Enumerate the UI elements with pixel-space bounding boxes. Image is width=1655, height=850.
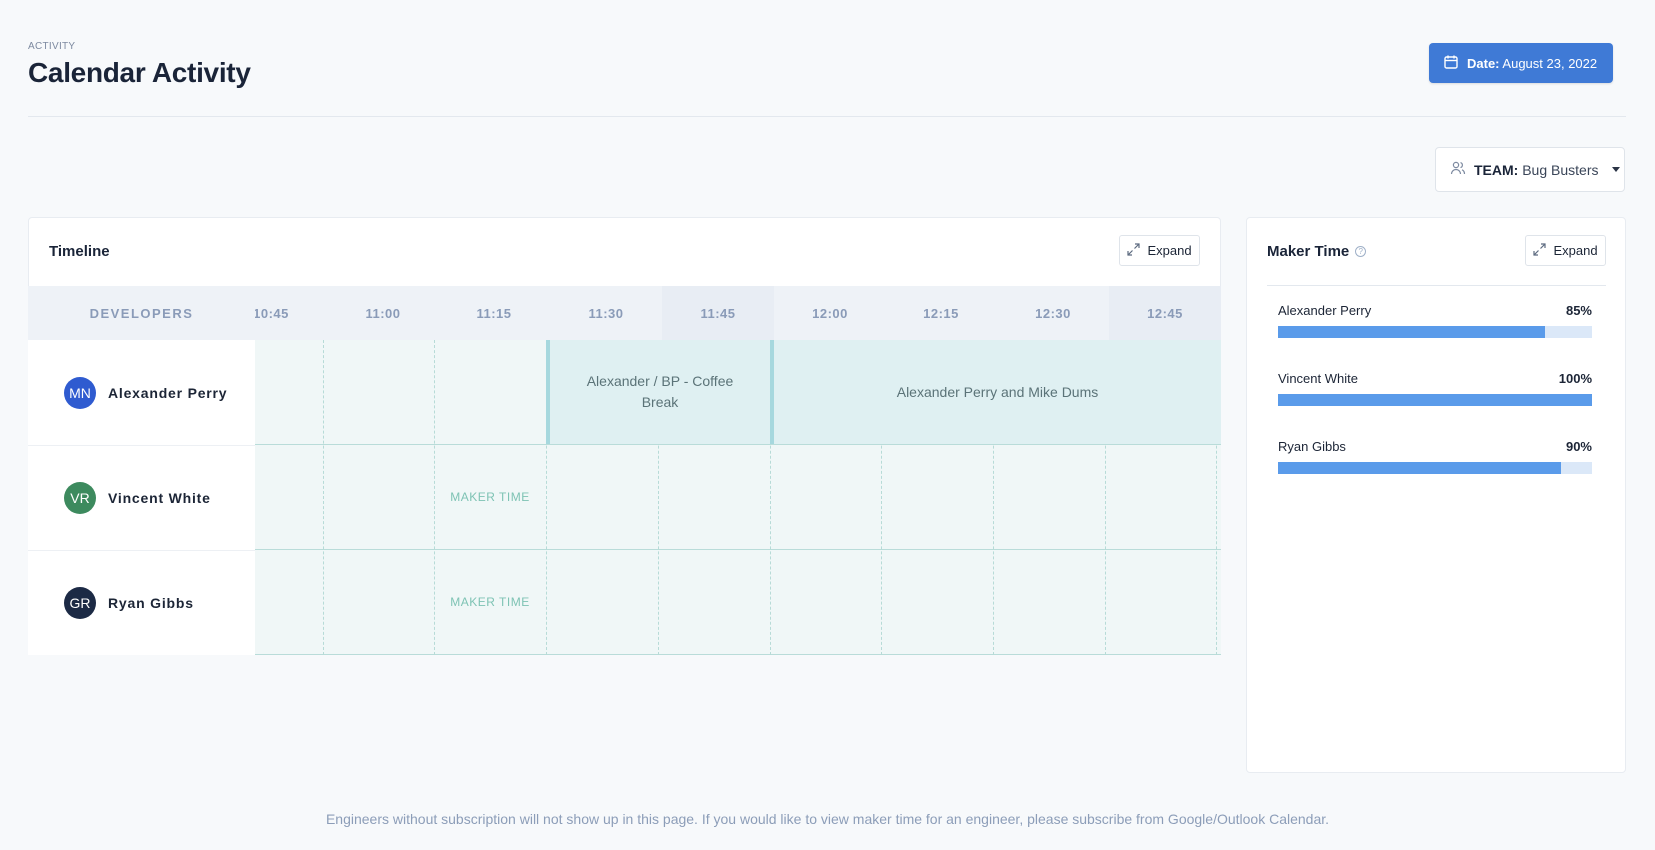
maker-time-label: MAKER TIME bbox=[450, 595, 530, 609]
time-tick: 12:15 bbox=[923, 305, 959, 321]
expand-label: Expand bbox=[1553, 243, 1598, 258]
help-icon[interactable]: ? bbox=[1355, 246, 1367, 257]
developer-row: VR Vincent White bbox=[28, 445, 255, 550]
team-value: Bug Busters bbox=[1522, 161, 1599, 178]
subscription-note: Engineers without subscription will not … bbox=[325, 811, 1330, 827]
progress-bar-fill bbox=[1278, 394, 1592, 406]
date-value: August 23, 2022 bbox=[1502, 55, 1598, 71]
progress-bar-fill bbox=[1278, 326, 1545, 338]
date-label: Date: bbox=[1467, 55, 1500, 71]
avatar: GR bbox=[64, 587, 96, 619]
maker-time-item: Alexander Perry 85% bbox=[1278, 303, 1592, 338]
timeline-title: Timeline bbox=[49, 243, 110, 260]
users-icon bbox=[1450, 160, 1466, 179]
maker-time-percent: 90% bbox=[1565, 439, 1592, 454]
timeline-row bbox=[255, 550, 1221, 655]
developer-name: Vincent White bbox=[108, 490, 211, 506]
maker-time-label: MAKER TIME bbox=[450, 490, 530, 504]
expand-icon bbox=[1127, 242, 1141, 259]
timeline-header-row: DEVELOPERS 10:45 11:00 11:15 11:30 11:45… bbox=[28, 286, 1221, 340]
progress-bar bbox=[1278, 462, 1592, 474]
maker-time-expand-button[interactable]: Expand bbox=[1525, 235, 1606, 266]
timeline-expand-button[interactable]: Expand bbox=[1119, 235, 1200, 266]
time-tick: 11:45 bbox=[662, 286, 774, 340]
developers-header: DEVELOPERS bbox=[28, 286, 255, 340]
calendar-icon bbox=[1443, 54, 1459, 73]
progress-bar bbox=[1278, 394, 1592, 406]
team-label: TEAM: bbox=[1474, 161, 1519, 178]
time-gridline bbox=[323, 340, 324, 655]
page-title: Calendar Activity bbox=[28, 57, 251, 88]
avatar: MN bbox=[64, 376, 96, 409]
calendar-event[interactable]: Alexander / BP - Coffee Break bbox=[546, 340, 770, 444]
time-tick: 10:45 bbox=[255, 305, 289, 321]
time-tick: 12:45 bbox=[1109, 286, 1221, 340]
avatar: VR bbox=[64, 482, 96, 514]
time-tick: 12:30 bbox=[1035, 305, 1071, 321]
expand-icon bbox=[1533, 242, 1547, 259]
progress-bar bbox=[1278, 326, 1592, 338]
event-title: Alexander / BP - Coffee Break bbox=[586, 373, 734, 410]
timeline-card: Timeline Expand bbox=[28, 217, 1221, 287]
timeline-row bbox=[255, 445, 1221, 550]
maker-time-percent: 100% bbox=[1558, 371, 1592, 386]
developer-name: Alexander Perry bbox=[108, 384, 228, 401]
maker-time-name: Vincent White bbox=[1278, 371, 1358, 386]
maker-time-divider bbox=[1267, 285, 1606, 286]
time-axis: 10:45 11:00 11:15 11:30 11:45 12:00 12:1… bbox=[255, 286, 1221, 340]
time-tick: 11:30 bbox=[588, 305, 624, 321]
developer-list: MN Alexander Perry VR Vincent White GR R… bbox=[28, 340, 255, 655]
maker-time-name: Ryan Gibbs bbox=[1278, 439, 1346, 454]
maker-time-name: Alexander Perry bbox=[1278, 303, 1372, 318]
maker-time-percent: 85% bbox=[1565, 303, 1592, 318]
developer-row: GR Ryan Gibbs bbox=[28, 550, 255, 655]
header-divider bbox=[28, 116, 1626, 117]
maker-time-card: Maker Time ? Expand Alexander Perry 85% … bbox=[1246, 217, 1626, 773]
timeline-grid: DEVELOPERS 10:45 11:00 11:15 11:30 11:45… bbox=[28, 286, 1221, 655]
developer-row: MN Alexander Perry bbox=[28, 340, 255, 445]
maker-time-item: Ryan Gibbs 90% bbox=[1278, 439, 1592, 474]
time-tick: 12:00 bbox=[812, 305, 848, 321]
maker-time-item: Vincent White 100% bbox=[1278, 371, 1592, 406]
team-selector[interactable]: TEAM: Bug Busters bbox=[1435, 147, 1625, 192]
maker-time-title: Maker Time bbox=[1267, 243, 1350, 260]
progress-bar-fill bbox=[1278, 462, 1561, 474]
developer-name: Ryan Gibbs bbox=[108, 595, 194, 611]
calendar-event[interactable]: Alexander Perry and Mike Dums bbox=[770, 340, 1221, 444]
timeline-body: Alexander / BP - Coffee Break Alexander … bbox=[255, 340, 1221, 655]
time-tick: 11:15 bbox=[476, 305, 512, 321]
event-title: Alexander Perry and Mike Dums bbox=[896, 383, 1099, 400]
date-picker-button[interactable]: Date: August 23, 2022 bbox=[1429, 43, 1613, 83]
expand-label: Expand bbox=[1147, 243, 1192, 258]
section-eyebrow: ACTIVITY bbox=[28, 41, 76, 52]
chevron-down-icon bbox=[1612, 167, 1621, 172]
time-tick: 11:00 bbox=[365, 305, 401, 321]
